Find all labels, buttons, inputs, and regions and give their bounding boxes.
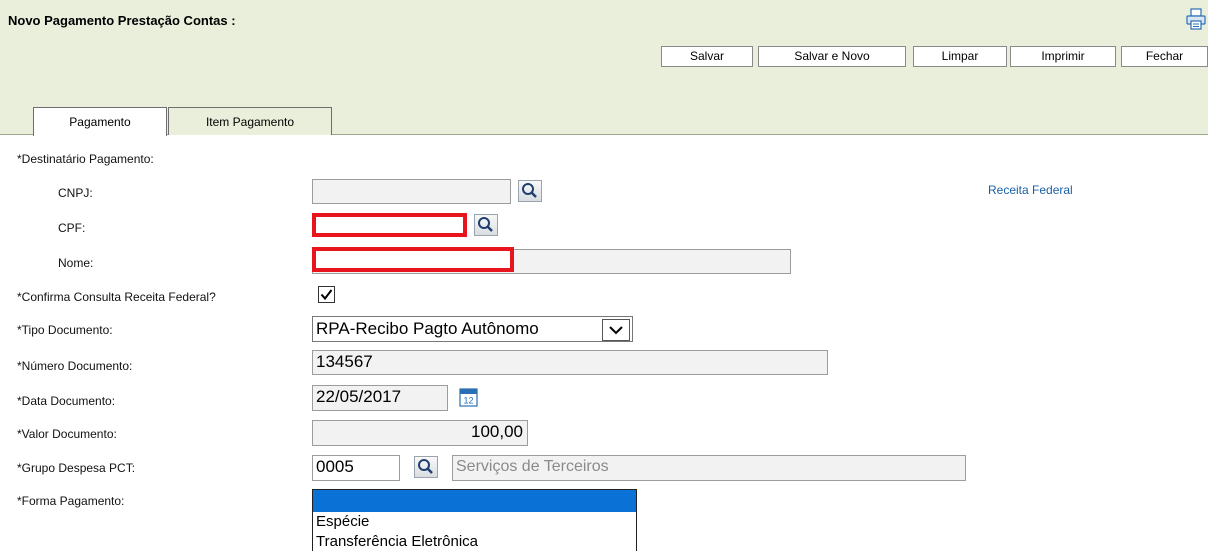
- nome-label: Nome:: [58, 256, 94, 270]
- valor-documento-field[interactable]: 100,00: [312, 420, 528, 446]
- svg-text:12: 12: [463, 396, 473, 406]
- cnpj-label: CNPJ:: [58, 186, 93, 200]
- grupo-despesa-search-button[interactable]: [414, 456, 438, 478]
- cnpj-field[interactable]: [312, 179, 511, 204]
- checkmark-icon: [320, 289, 333, 301]
- clear-button[interactable]: Limpar: [913, 46, 1007, 67]
- tipo-documento-select[interactable]: RPA-Recibo Pagto Autônomo: [312, 316, 633, 342]
- close-button[interactable]: Fechar: [1121, 46, 1208, 67]
- forma-pagamento-list[interactable]: Espécie Transferência Eletrônica: [312, 489, 637, 551]
- save-button[interactable]: Salvar: [661, 46, 753, 67]
- confirma-checkbox[interactable]: [318, 286, 335, 303]
- data-documento-label: *Data Documento:: [17, 394, 116, 408]
- magnifier-icon: [418, 459, 433, 474]
- forma-pagamento-label: *Forma Pagamento:: [17, 494, 125, 508]
- forma-option-especie[interactable]: Espécie: [313, 512, 636, 532]
- confirma-label: *Confirma Consulta Receita Federal?: [17, 290, 216, 304]
- print-button[interactable]: Imprimir: [1010, 46, 1116, 67]
- cpf-field[interactable]: [312, 213, 467, 237]
- tipo-documento-value: RPA-Recibo Pagto Autônomo: [316, 319, 539, 338]
- calendar-icon[interactable]: 12: [458, 386, 480, 408]
- cnpj-search-button[interactable]: [518, 180, 542, 202]
- data-documento-field[interactable]: 22/05/2017: [312, 385, 448, 411]
- save-and-new-button[interactable]: Salvar e Novo: [758, 46, 906, 67]
- tab-item-pagamento[interactable]: Item Pagamento: [168, 107, 332, 135]
- numero-documento-field[interactable]: 134567: [312, 350, 828, 375]
- magnifier-icon: [478, 217, 493, 232]
- chevron-down-icon[interactable]: [602, 319, 630, 341]
- nome-field[interactable]: [312, 247, 514, 272]
- valor-documento-label: *Valor Documento:: [17, 427, 117, 441]
- printer-icon[interactable]: [1186, 8, 1206, 30]
- receita-federal-link[interactable]: Receita Federal: [988, 183, 1073, 197]
- grupo-despesa-label: *Grupo Despesa PCT:: [17, 461, 136, 475]
- cpf-label: CPF:: [58, 221, 86, 235]
- numero-documento-label: *Número Documento:: [17, 359, 133, 373]
- tab-pagamento[interactable]: Pagamento: [33, 107, 167, 136]
- forma-option-transferencia[interactable]: Transferência Eletrônica: [313, 532, 636, 551]
- tipo-documento-label: *Tipo Documento:: [17, 323, 113, 337]
- destinatario-label: *Destinatário Pagamento:: [17, 152, 154, 166]
- cpf-search-button[interactable]: [474, 214, 498, 236]
- grupo-despesa-desc-field: Serviços de Terceiros: [452, 455, 966, 481]
- forma-option-empty[interactable]: [313, 490, 636, 512]
- grupo-despesa-code-field[interactable]: 0005: [312, 455, 400, 481]
- page-title: Novo Pagamento Prestação Contas :: [8, 13, 236, 28]
- magnifier-icon: [522, 183, 537, 198]
